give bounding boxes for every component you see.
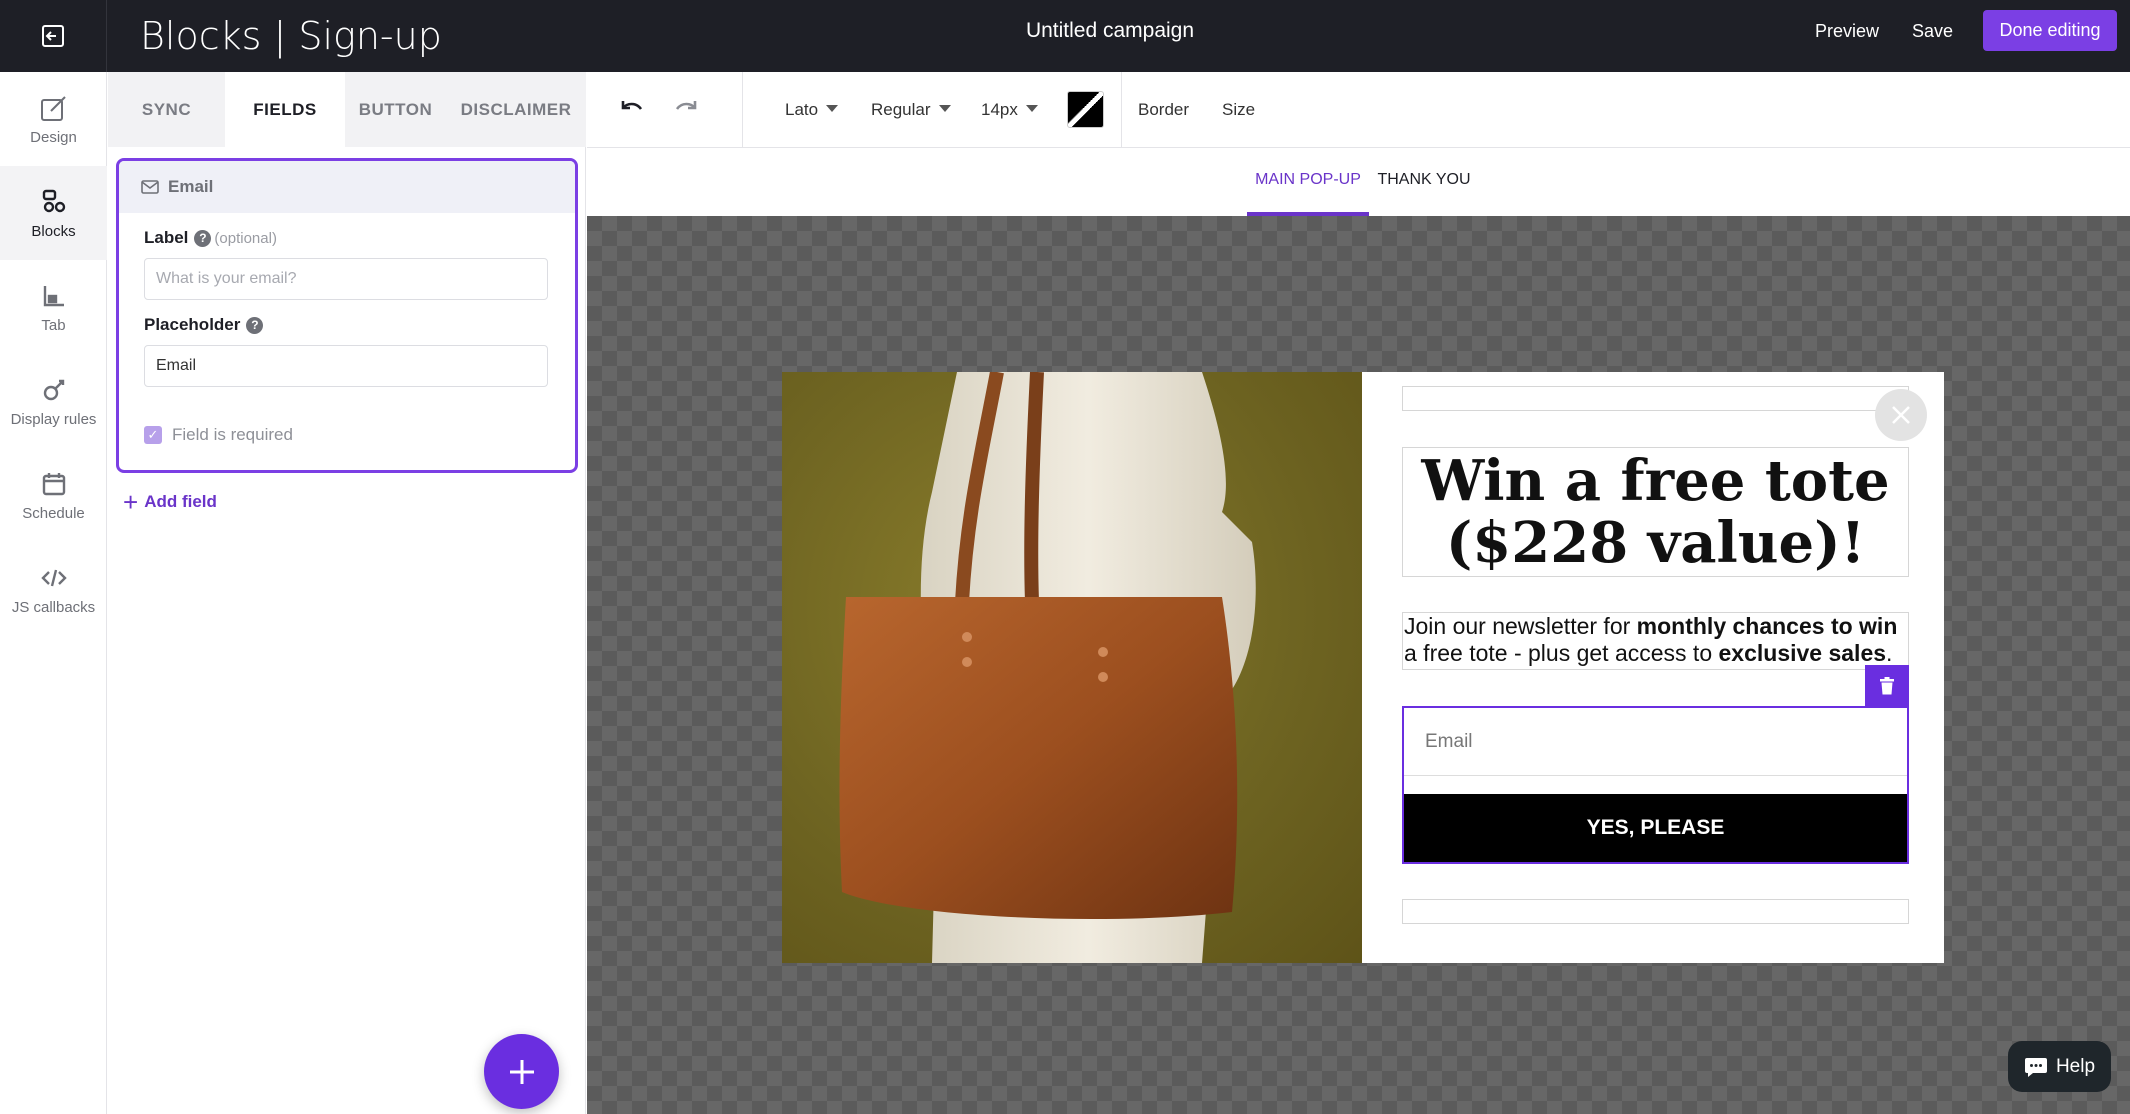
undo-button[interactable] bbox=[615, 94, 647, 126]
nav-label-design: Design bbox=[30, 128, 77, 146]
redo-button[interactable] bbox=[671, 94, 703, 126]
nav-label-schedule: Schedule bbox=[22, 504, 85, 522]
tote-bag-image[interactable] bbox=[782, 372, 1362, 963]
font-family-select[interactable]: Lato bbox=[785, 72, 839, 148]
label-optional-text: (optional) bbox=[214, 229, 277, 247]
toolbar-divider bbox=[742, 72, 743, 148]
add-block-fab[interactable] bbox=[484, 1034, 559, 1109]
chevron-down-icon bbox=[938, 105, 951, 113]
email-field-card[interactable]: Email Label ? (optional) What is your em… bbox=[116, 158, 578, 473]
plus-icon: + bbox=[123, 487, 139, 517]
text-toolbar: Lato Regular 14px Border Size bbox=[587, 72, 2130, 148]
field-required-label: Field is required bbox=[172, 425, 293, 444]
top-bar: Blocks | Sign-up Untitled campaign Previ… bbox=[0, 0, 2130, 72]
border-button[interactable]: Border bbox=[1138, 72, 1189, 148]
field-required-row[interactable]: ✓ Field is required bbox=[144, 425, 293, 445]
block-settings-panel: SYNC FIELDS BUTTON DISCLAIMER Email Labe… bbox=[108, 72, 586, 1114]
popup-preview: Win a free tote ($228 value)! Join our n… bbox=[782, 372, 1944, 963]
nav-label-tab: Tab bbox=[41, 316, 66, 334]
popup-submit-button[interactable]: YES, PLEASE bbox=[1404, 794, 1907, 862]
font-weight-select[interactable]: Regular bbox=[871, 72, 951, 148]
label-heading-text: Label bbox=[144, 228, 189, 247]
body-text-part: Join our newsletter for bbox=[1404, 613, 1637, 639]
blocks-icon bbox=[42, 189, 65, 212]
placeholder-help-icon[interactable]: ? bbox=[246, 316, 264, 334]
close-icon bbox=[1892, 406, 1910, 424]
campaign-name[interactable]: Untitled campaign bbox=[950, 0, 1270, 62]
tab-button[interactable]: BUTTON bbox=[345, 72, 446, 147]
field-card-title: Email bbox=[168, 177, 214, 196]
preview-button[interactable]: Preview bbox=[1815, 0, 1879, 62]
add-field-button[interactable]: + Add field bbox=[123, 487, 217, 517]
done-editing-button[interactable]: Done editing bbox=[1983, 10, 2117, 51]
exit-icon bbox=[42, 25, 64, 47]
save-button[interactable]: Save bbox=[1912, 0, 1953, 62]
plus-icon bbox=[509, 1059, 534, 1084]
nav-label-display-rules: Display rules bbox=[10, 410, 97, 428]
text-color-swatch[interactable] bbox=[1067, 91, 1104, 128]
placeholder-input[interactable]: Email bbox=[144, 345, 548, 387]
placeholder-heading: Placeholder ? bbox=[144, 315, 264, 335]
body-text-bold: monthly chances to win bbox=[1636, 613, 1898, 639]
toolbar-divider bbox=[1121, 72, 1122, 148]
popup-email-input[interactable]: Email bbox=[1404, 708, 1907, 776]
tab-thank-you[interactable]: THANK YOU bbox=[1369, 148, 1479, 216]
panel-tabs: SYNC FIELDS BUTTON DISCLAIMER bbox=[108, 72, 586, 147]
app-title: Blocks | Sign-up bbox=[140, 14, 442, 58]
add-field-label: Add field bbox=[144, 492, 217, 511]
font-size-select[interactable]: 14px bbox=[981, 72, 1038, 148]
nav-item-design[interactable]: Design bbox=[0, 72, 107, 166]
label-heading: Label ? (optional) bbox=[144, 228, 277, 248]
label-input[interactable]: What is your email? bbox=[144, 258, 548, 300]
popup-headline[interactable]: Win a free tote ($228 value)! bbox=[1402, 447, 1909, 577]
tab-sync[interactable]: SYNC bbox=[108, 72, 225, 147]
calendar-icon bbox=[42, 472, 65, 495]
font-weight-value: Regular bbox=[871, 100, 931, 119]
chevron-down-icon bbox=[1025, 105, 1038, 113]
chevron-down-icon bbox=[826, 105, 839, 113]
empty-block-top[interactable] bbox=[1402, 386, 1909, 411]
font-size-value: 14px bbox=[981, 100, 1018, 119]
redo-icon bbox=[675, 101, 697, 110]
signup-form-block[interactable]: Email YES, PLEASE bbox=[1402, 706, 1909, 864]
canvas-tabs: MAIN POP-UP THANK YOU bbox=[587, 148, 2130, 216]
nav-item-schedule[interactable]: Schedule bbox=[0, 448, 107, 542]
code-icon bbox=[40, 569, 67, 586]
help-button[interactable]: Help bbox=[2008, 1041, 2111, 1092]
delete-block-button[interactable] bbox=[1865, 665, 1909, 707]
nav-item-js-callbacks[interactable]: JS callbacks bbox=[0, 542, 107, 636]
nav-item-blocks[interactable]: Blocks bbox=[0, 166, 107, 260]
popup-close-button[interactable] bbox=[1875, 389, 1927, 441]
tab-disclaimer[interactable]: DISCLAIMER bbox=[446, 72, 586, 147]
tab-icon bbox=[43, 285, 64, 306]
tote-bag-illustration bbox=[839, 372, 1256, 963]
tab-fields[interactable]: FIELDS bbox=[225, 72, 345, 147]
body-text-part: . bbox=[1886, 640, 1893, 666]
field-required-checkbox[interactable]: ✓ bbox=[144, 426, 162, 444]
label-help-icon[interactable]: ? bbox=[194, 229, 212, 247]
help-label: Help bbox=[2055, 1055, 2096, 1077]
body-text-part: a free tote - plus get access to bbox=[1404, 640, 1719, 666]
exit-button[interactable] bbox=[0, 0, 107, 72]
undo-icon bbox=[621, 101, 643, 110]
nav-label-blocks: Blocks bbox=[31, 222, 76, 240]
placeholder-heading-text: Placeholder bbox=[144, 315, 241, 334]
empty-block-bottom[interactable] bbox=[1402, 899, 1909, 924]
envelope-icon bbox=[141, 180, 159, 194]
chat-bubble-icon bbox=[2024, 1057, 2047, 1077]
display-rules-icon bbox=[43, 379, 64, 400]
trash-icon bbox=[1880, 677, 1894, 695]
font-family-value: Lato bbox=[785, 100, 819, 119]
nav-item-tab[interactable]: Tab bbox=[0, 260, 107, 354]
field-card-header[interactable]: Email bbox=[119, 161, 575, 213]
body-text-bold: exclusive sales bbox=[1718, 640, 1887, 666]
brush-icon bbox=[40, 95, 66, 121]
size-button[interactable]: Size bbox=[1222, 72, 1255, 148]
left-nav-rail: Design Blocks Tab Display rules Schedule bbox=[0, 72, 107, 1114]
popup-body-text[interactable]: Join our newsletter for monthly chances … bbox=[1402, 612, 1909, 670]
nav-item-display-rules[interactable]: Display rules bbox=[0, 354, 107, 448]
tab-main-popup[interactable]: MAIN POP-UP bbox=[1247, 148, 1369, 216]
nav-label-js-callbacks: JS callbacks bbox=[11, 598, 96, 616]
